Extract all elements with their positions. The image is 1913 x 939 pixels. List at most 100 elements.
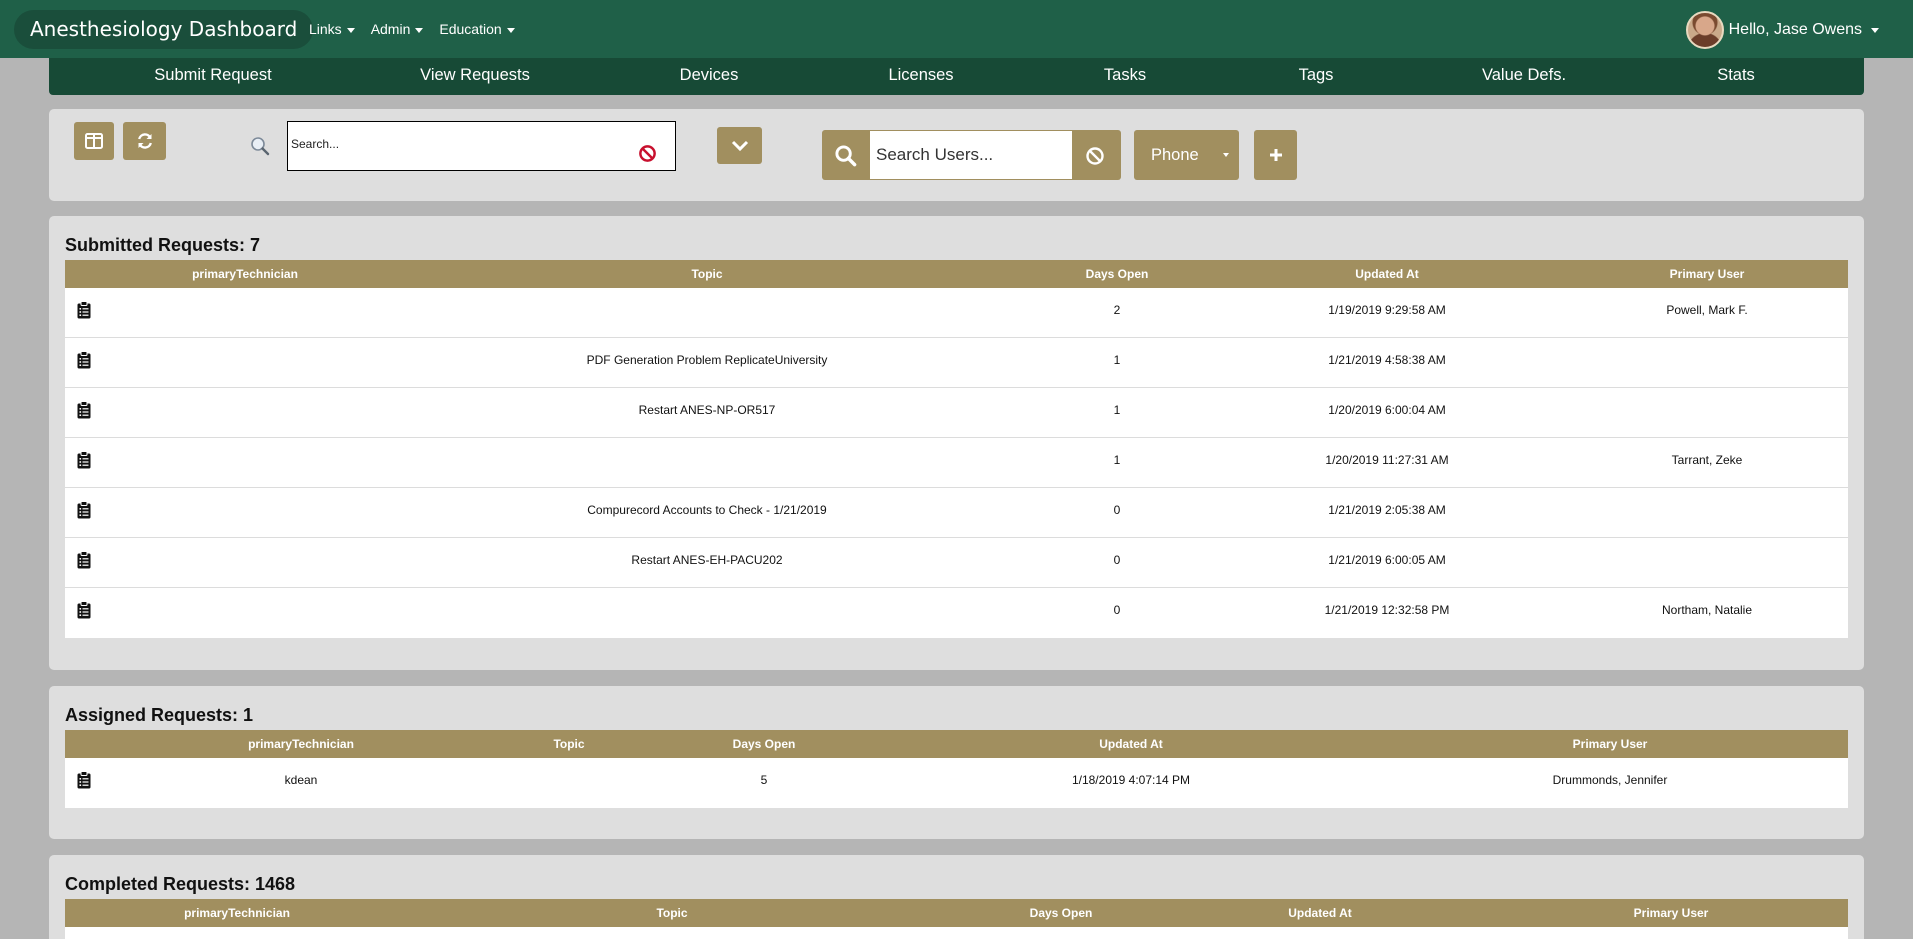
col-days-open[interactable]: Days Open (1086, 260, 1149, 288)
menu-education-label: Education (439, 21, 502, 37)
assigned-title: Assigned Requests: 1 (65, 705, 254, 725)
nav-value-defs[interactable]: Value Defs. (1482, 58, 1566, 95)
completed-table: primaryTechnician Topic Days Open Update… (65, 899, 1848, 939)
col-primary-user[interactable]: Primary User (1634, 899, 1709, 927)
col-topic[interactable]: Topic (691, 260, 722, 288)
magnifier-icon (251, 137, 270, 156)
chevron-down-icon (731, 140, 748, 151)
nav-stats[interactable]: Stats (1717, 58, 1755, 95)
brand-logo[interactable]: Anesthesiology Dashboard (14, 10, 314, 49)
col-topic[interactable]: Topic (656, 899, 687, 927)
nav-view-requests[interactable]: View Requests (420, 58, 530, 95)
columns-button[interactable] (74, 122, 114, 160)
table-row[interactable] (65, 927, 1848, 939)
cell-days-open: 0 (1113, 553, 1121, 567)
caret-down-icon (415, 27, 424, 33)
assigned-table: primaryTechnician Topic Days Open Update… (65, 730, 1848, 808)
nav-licenses[interactable]: Licenses (888, 58, 953, 95)
clipboard-icon (77, 771, 91, 789)
cell-updated-at: 1/21/2019 4:58:38 AM (1328, 353, 1446, 367)
cell-days-open: 1 (1113, 453, 1121, 467)
cell-topic: Restart ANES-EH-PACU202 (631, 553, 783, 567)
search-input[interactable] (291, 137, 621, 151)
cell-updated-at: 1/21/2019 6:00:05 AM (1328, 553, 1446, 567)
search-field[interactable] (287, 121, 676, 171)
table-header: primaryTechnician Topic Days Open Update… (65, 730, 1848, 758)
table-row[interactable]: PDF Generation Problem ReplicateUniversi… (65, 338, 1848, 388)
cell-days-open: 5 (760, 773, 768, 787)
table-row[interactable]: 1 1/20/2019 11:27:31 AM Tarrant, Zeke (65, 438, 1848, 488)
cell-primary-user: Northam, Natalie (1661, 603, 1753, 617)
menu-admin[interactable]: Admin (371, 21, 424, 37)
user-menu[interactable]: Hello, Jase Owens (1685, 10, 1879, 50)
clipboard-icon (77, 601, 91, 619)
top-menu: Links Admin Education (309, 0, 531, 58)
plus-icon (1269, 149, 1282, 161)
phone-dropdown[interactable]: Phone (1134, 130, 1239, 180)
cell-topic: Compurecord Accounts to Check - 1/21/201… (587, 503, 827, 517)
menu-links[interactable]: Links (309, 21, 355, 37)
col-primary-technician[interactable]: primaryTechnician (184, 899, 290, 927)
col-primary-user[interactable]: Primary User (1573, 730, 1648, 758)
clipboard-icon (77, 551, 91, 569)
caret-down-icon (1871, 27, 1879, 33)
col-updated-at[interactable]: Updated At (1099, 730, 1163, 758)
top-navbar: Anesthesiology Dashboard Links Admin Edu… (0, 0, 1913, 58)
ban-icon[interactable] (1085, 146, 1105, 166)
user-search-field[interactable] (869, 130, 1073, 180)
nav-submit-request[interactable]: Submit Request (154, 58, 271, 95)
submitted-title: Submitted Requests: 7 (65, 235, 261, 255)
refresh-button[interactable] (123, 122, 166, 160)
col-updated-at[interactable]: Updated At (1288, 899, 1352, 927)
clipboard-icon (77, 501, 91, 519)
assigned-rows: kdean 5 1/18/2019 4:07:14 PM Drummonds, Jen… (65, 758, 1848, 808)
table-header: primaryTechnician Topic Days Open Update… (65, 899, 1848, 927)
table-row[interactable]: 2 1/19/2019 9:29:58 AM Powell, Mark F. (65, 288, 1848, 338)
user-search-group (822, 130, 1121, 180)
phone-label: Phone (1151, 145, 1199, 164)
col-updated-at[interactable]: Updated At (1355, 260, 1419, 288)
cell-updated-at: 1/19/2019 9:29:58 AM (1328, 303, 1446, 317)
menu-admin-label: Admin (370, 21, 411, 37)
caret-down-icon (346, 27, 355, 33)
cell-primary-user: Tarrant, Zeke (1671, 453, 1743, 467)
add-button[interactable] (1254, 130, 1297, 180)
submitted-rows: 2 1/19/2019 9:29:58 AM Powell, Mark F. PDF … (65, 288, 1848, 638)
nav-tags[interactable]: Tags (1299, 58, 1334, 95)
clipboard-icon (77, 451, 91, 469)
table-row[interactable]: Restart ANES-EH-PACU202 0 1/21/2019 6:00:0… (65, 538, 1848, 588)
cell-primary-user: Powell, Mark F. (1666, 303, 1748, 317)
col-days-open[interactable]: Days Open (733, 730, 796, 758)
col-primary-user[interactable]: Primary User (1670, 260, 1745, 288)
refresh-icon (137, 133, 152, 149)
col-primary-technician[interactable]: primaryTechnician (248, 730, 354, 758)
completed-title: Completed Requests: 1468 (65, 874, 296, 894)
col-days-open[interactable]: Days Open (1030, 899, 1093, 927)
table-row[interactable]: Restart ANES-NP-OR517 1 1/20/2019 6:00:04 … (65, 388, 1848, 438)
nav-devices[interactable]: Devices (680, 58, 739, 95)
clipboard-icon (77, 301, 91, 319)
menu-education[interactable]: Education (439, 21, 515, 37)
expand-button[interactable] (717, 127, 762, 164)
completed-panel: Completed Requests: 1468 primaryTechnici… (49, 855, 1864, 939)
menu-links-label: Links (309, 21, 342, 37)
table-row[interactable]: 0 1/21/2019 12:32:58 PM Northam, Natalie (65, 588, 1848, 638)
user-greeting: Hello, Jase Owens (1728, 21, 1862, 38)
submitted-table: primaryTechnician Topic Days Open Update… (65, 260, 1848, 638)
cell-primary-technician: kdean (284, 773, 318, 787)
sub-navbar: Submit Request View Requests Devices Lic… (49, 58, 1864, 95)
col-topic[interactable]: Topic (553, 730, 584, 758)
clipboard-icon (77, 351, 91, 369)
table-row[interactable]: kdean 5 1/18/2019 4:07:14 PM Drummonds, Jen… (65, 758, 1848, 808)
user-search-input[interactable] (876, 145, 1066, 165)
table-row[interactable]: Compurecord Accounts to Check - 1/21/201… (65, 488, 1848, 538)
search-icon[interactable] (834, 144, 857, 167)
cell-updated-at: 1/21/2019 12:32:58 PM (1324, 603, 1450, 617)
clear-icon[interactable] (638, 144, 657, 163)
col-primary-technician[interactable]: primaryTechnician (192, 260, 298, 288)
columns-icon (85, 133, 103, 149)
cell-updated-at: 1/21/2019 2:05:38 AM (1328, 503, 1446, 517)
nav-tasks[interactable]: Tasks (1104, 58, 1146, 95)
cell-updated-at: 1/20/2019 11:27:31 AM (1325, 453, 1449, 467)
avatar (1685, 11, 1724, 49)
